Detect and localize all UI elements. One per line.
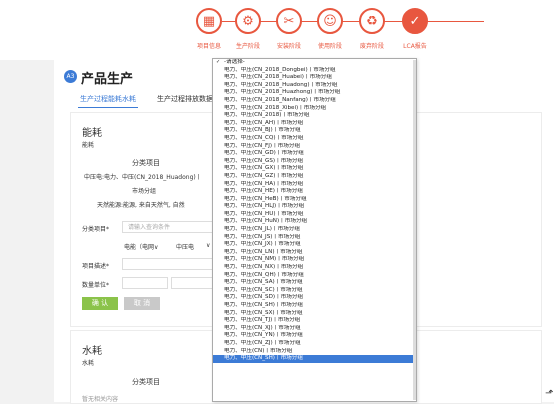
dropdown-option[interactable]: 电力、中压(CN_FJ)丨市场分组 <box>213 143 416 151</box>
tools-icon: ✂ <box>276 8 302 34</box>
table-row-cont: 市场分组 <box>132 188 157 195</box>
step-project-info[interactable]: ▦ 项目信息 <box>189 8 229 50</box>
dropdown-option[interactable]: 电力、中压(CN_GX)丨市场分组 <box>213 165 416 173</box>
table-row: 中压电:电力、中压(CN_2018_Huadong)丨 <box>84 174 202 181</box>
dropdown-option[interactable]: 电力、中压(CN_NM)丨市场分组 <box>213 256 416 264</box>
dropdown-option[interactable]: 电力、中压(CN_HU)丨市场分组 <box>213 211 416 219</box>
dropdown-option[interactable]: 电力、中压(CN_BJ)丨市场分组 <box>213 127 416 135</box>
dropdown-placeholder-option[interactable]: ✓ -请选择- <box>213 59 416 67</box>
dropdown-option[interactable]: 电力、中压(CN_JS)丨市场分组 <box>213 234 416 242</box>
user-icon: ☺ <box>317 8 343 34</box>
energy-title: 能耗 <box>82 128 102 139</box>
step-production[interactable]: ⚙ 生产阶段 <box>228 8 268 50</box>
step-label: LCA报告 <box>403 43 427 50</box>
dropdown-option[interactable]: 电力、中压(CN_ZJ)丨市场分组 <box>213 340 416 348</box>
dropdown-option[interactable]: 电力、中压(CN_QH)丨市场分组 <box>213 272 416 280</box>
tab-energy-water[interactable]: 生产过程能耗水耗 <box>80 94 136 104</box>
dropdown-option[interactable]: 电力、中压(CN_HLJ)丨市场分组 <box>213 203 416 211</box>
dropdown-option[interactable]: 电力、中压(CN_SX)丨市场分组 <box>213 310 416 318</box>
dropdown-option[interactable]: 电力、中压(CN_AH)丨市场分组 <box>213 120 416 128</box>
step-progress-bar: ▦ 项目信息 ⚙ 生产阶段 ✂ 安装阶段 ☺ 使用阶段 ♻ 废弃阶段 ✓ LCA… <box>0 0 554 60</box>
dropdown-option[interactable]: 电力、中压(CN_JL)丨市场分组 <box>213 226 416 234</box>
table-row: 天然能源:能源, 来自天然气, 自然 <box>97 202 185 209</box>
category-header: 分类项目 <box>132 159 160 167</box>
confirm-button[interactable]: 确 认 <box>82 297 118 310</box>
dropdown-option[interactable]: 电力、中压(CN_2018_Xibei)丨市场分组 <box>213 105 416 113</box>
dropdown-option[interactable]: 电力、中压(CN_TJ)丨市场分组 <box>213 317 416 325</box>
step-label: 废弃阶段 <box>359 43 384 50</box>
search-input[interactable]: 请输入查询条件 <box>122 221 214 233</box>
dropdown-option[interactable]: 电力、中压(CN_SC)丨市场分组 <box>213 287 416 295</box>
check-icon: ✓ <box>216 59 221 65</box>
dropdown-option[interactable]: 电力、中压(CN_GS)丨市场分组 <box>213 158 416 166</box>
dropdown-option[interactable]: 电力、中压(CN_LN)丨市场分组 <box>213 249 416 257</box>
cancel-button[interactable]: 取 消 <box>124 297 160 310</box>
dropdown-option[interactable]: 电力、中压(CN_HA)丨市场分组 <box>213 181 416 189</box>
recycle-icon: ♻ <box>359 8 385 34</box>
grid-select-dropdown[interactable]: ✓ -请选择- 电力、中压(CN_2018_Dongbei)丨市场分组 电力、中压… <box>212 58 417 402</box>
description-label: 项目描述* <box>82 263 110 270</box>
voltage-select[interactable]: 中压电 <box>176 242 194 251</box>
dropdown-option[interactable]: 电力、中压(CN_SA)丨市场分组 <box>213 279 416 287</box>
dropdown-option[interactable]: 电力、中压(CN_YN)丨市场分组 <box>213 332 416 340</box>
dropdown-option[interactable]: 电力、中压(CN_2018_Dongbei)丨市场分组 <box>213 67 416 75</box>
dropdown-option[interactable]: 电力、中压(CN)丨市场分组 <box>213 348 416 356</box>
section-badge: A3 <box>64 70 77 83</box>
quantity-input[interactable] <box>122 277 168 289</box>
chevron-down-icon: ∨ <box>206 242 211 249</box>
dropdown-option[interactable]: 电力、中压(CN_GZ)丨市场分组 <box>213 173 416 181</box>
page-title: 产品生产 <box>81 72 134 87</box>
energy-subtitle: 能耗 <box>82 142 95 149</box>
dropdown-option[interactable]: 电力、中压(CN_HuN)丨市场分组 <box>213 218 416 226</box>
gear-icon: ⚙ <box>235 8 261 34</box>
category-header: 分类项目 <box>132 378 160 386</box>
dropdown-option[interactable]: 电力、中压(CN_SD)丨市场分组 <box>213 294 416 302</box>
unit-label: 数量单位* <box>82 282 110 289</box>
step-label: 安装阶段 <box>276 43 301 50</box>
description-input[interactable] <box>122 258 214 270</box>
step-usage[interactable]: ☺ 使用阶段 <box>310 8 350 50</box>
dropdown-option[interactable]: 电力、中压(CN_HE)丨市场分组 <box>213 188 416 196</box>
dropdown-option[interactable]: 电力、中压(CN_JX)丨市场分组 <box>213 241 416 249</box>
unit-input[interactable] <box>171 277 214 289</box>
step-label: 使用阶段 <box>317 43 342 50</box>
step-label: 项目信息 <box>196 43 221 50</box>
active-tab-indicator <box>78 107 138 108</box>
energy-type-select[interactable]: 电能（电网∨ <box>124 242 158 251</box>
step-lca-report[interactable]: ✓ LCA报告 <box>395 8 435 50</box>
water-subtitle: 水耗 <box>82 360 95 367</box>
mouse-cursor-icon: ⬏ <box>545 388 554 399</box>
dropdown-option[interactable]: 电力、中压(CN_2018_Huazhong)丨市场分组 <box>213 89 416 97</box>
category-label: 分类项目* <box>82 226 110 233</box>
scrollbar[interactable] <box>413 60 416 400</box>
dropdown-option[interactable]: 电力、中压(CN_GD)丨市场分组 <box>213 150 416 158</box>
dropdown-option[interactable]: 电力、中压(CN_2018)丨市场分组 <box>213 112 416 120</box>
dropdown-option[interactable]: 电力、中压(CN_CQ)丨市场分组 <box>213 135 416 143</box>
dropdown-option[interactable]: 电力、中压(CN_2018_Huadong)丨市场分组 <box>213 82 416 90</box>
dropdown-option[interactable]: 电力、中压(CN_NX)丨市场分组 <box>213 264 416 272</box>
step-installation[interactable]: ✂ 安装阶段 <box>269 8 309 50</box>
water-title: 水耗 <box>82 346 102 357</box>
step-label: 生产阶段 <box>235 43 260 50</box>
dropdown-option[interactable]: 电力、中压(CN_SH)丨市场分组 <box>213 302 416 310</box>
dropdown-option[interactable]: 电力、中压(CN_HeB)丨市场分组 <box>213 196 416 204</box>
tab-emissions[interactable]: 生产过程排放数据 <box>157 94 213 104</box>
dropdown-option[interactable]: 电力、中压(CN_2018_Nanfang)丨市场分组 <box>213 97 416 105</box>
dropdown-option[interactable]: 电力、中压(CN_2018_Huabei)丨市场分组 <box>213 74 416 82</box>
dropdown-option[interactable]: 电力、中压(CN_SH)丨市场分组 <box>213 355 416 363</box>
check-icon: ✓ <box>402 8 428 34</box>
calendar-icon: ▦ <box>196 8 222 34</box>
step-disposal[interactable]: ♻ 废弃阶段 <box>352 8 392 50</box>
dropdown-option[interactable]: 电力、中压(CN_XJ)丨市场分组 <box>213 325 416 333</box>
